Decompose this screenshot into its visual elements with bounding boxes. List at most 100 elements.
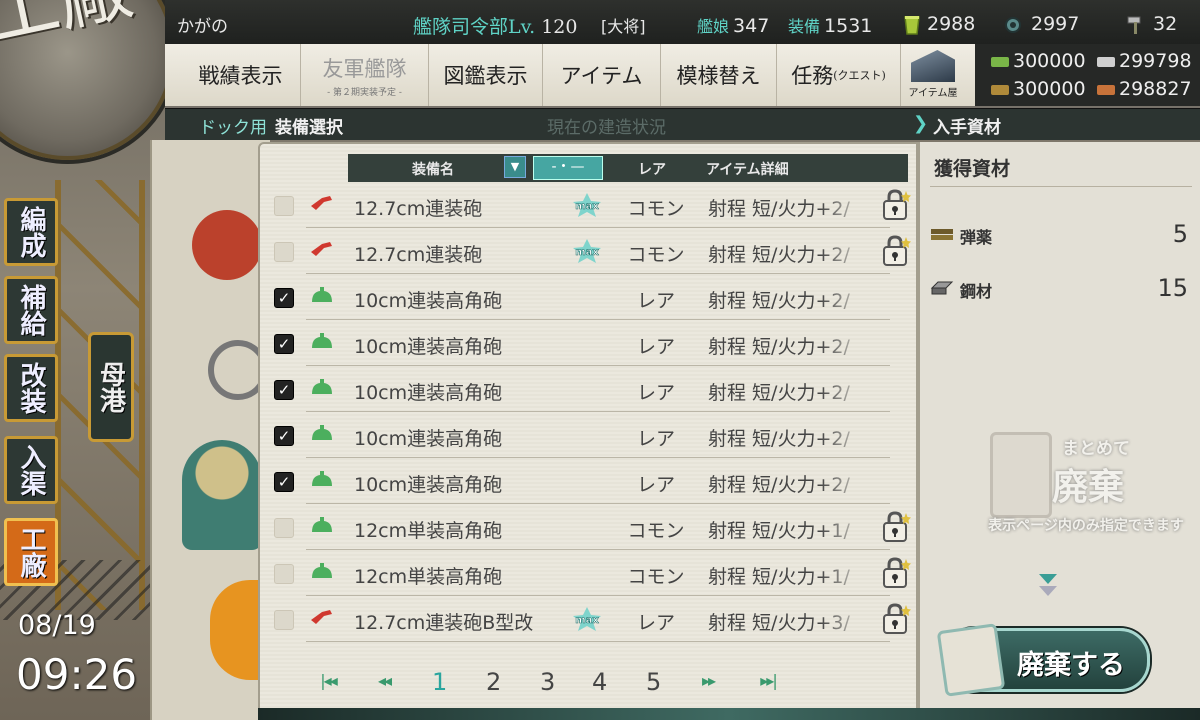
row-divider bbox=[306, 641, 890, 642]
bulk-dispose-line2: 廃棄 bbox=[1052, 466, 1125, 508]
select-checkbox[interactable] bbox=[274, 242, 294, 262]
equipment-detail: 射程 短/火力+1/ bbox=[708, 566, 850, 588]
equipment-count-value: 1531 bbox=[824, 15, 873, 37]
screw-stat: 32 bbox=[1125, 13, 1177, 36]
max-improvement-badge: max bbox=[573, 607, 601, 631]
equipment-row[interactable]: 12cm単装高角砲 コモン 射程 短/火力+1/ bbox=[260, 504, 911, 550]
dispose-button[interactable]: 廃棄する bbox=[936, 623, 1150, 697]
equipment-row[interactable]: ✓ 10cm連装高角砲 レア 射程 短/火力+2/ bbox=[260, 412, 890, 458]
equipment-row[interactable]: 12.7cm連装砲B型改 max レア 射程 短/火力+3/ bbox=[260, 596, 911, 642]
select-checkbox[interactable]: ✓ bbox=[274, 334, 294, 354]
svg-text:max: max bbox=[575, 247, 599, 258]
nav-items[interactable]: アイテム bbox=[543, 44, 661, 106]
equipment-detail: 射程 短/火力+3/ bbox=[708, 612, 850, 634]
aa-gun-icon bbox=[312, 425, 332, 440]
select-checkbox[interactable]: ✓ bbox=[274, 288, 294, 308]
select-checkbox[interactable] bbox=[274, 564, 294, 584]
column-name: 装備名 bbox=[412, 162, 454, 178]
breadcrumb-build-status: 現在の建造状況 bbox=[547, 118, 666, 138]
equipment-row[interactable]: ✓ 10cm連装高角砲 レア 射程 短/火力+2/ bbox=[260, 274, 890, 320]
side-menu-organize[interactable]: 編成 bbox=[4, 198, 58, 266]
list-header: 装備名 ▼ -・— レア アイテム詳細 bbox=[348, 154, 908, 182]
equipment-name: 12.7cm連装砲 bbox=[354, 198, 483, 220]
equipment-list-panel: 装備名 ▼ -・— レア アイテム詳細 12.7cm連装砲 max コモン 射程 短/… bbox=[258, 142, 918, 720]
bucket-value: 2988 bbox=[927, 13, 976, 35]
equipment-row[interactable]: ✓ 10cm連装高角砲 レア 射程 短/火力+2/ bbox=[260, 366, 890, 412]
nav-quests-sub: (クエスト) bbox=[833, 69, 886, 82]
select-checkbox[interactable]: ✓ bbox=[274, 380, 294, 400]
dock-fairy-worker bbox=[182, 440, 262, 550]
gained-materials-title: 獲得資材 bbox=[934, 158, 1011, 180]
nav-encyclopedia[interactable]: 図鑑表示 bbox=[429, 44, 543, 106]
sort-dropdown-button[interactable]: ▼ bbox=[504, 156, 526, 178]
nav-item-shop[interactable]: アイテム屋 bbox=[903, 48, 963, 104]
lock-icon[interactable] bbox=[880, 510, 912, 544]
bulk-dispose-area[interactable]: まとめて 廃棄 表示ページ内のみ指定できます bbox=[980, 412, 1190, 562]
page-1[interactable]: 1 bbox=[432, 668, 447, 696]
equipment-name: 12.7cm連装砲B型改 bbox=[354, 612, 534, 634]
side-menu-remodel[interactable]: 改装 bbox=[4, 354, 58, 422]
lock-icon[interactable] bbox=[880, 188, 912, 222]
last-page-icon[interactable]: ▸▸| bbox=[748, 668, 788, 694]
nav-furniture[interactable]: 模様替え bbox=[661, 44, 777, 106]
page-4[interactable]: 4 bbox=[592, 668, 607, 696]
prev-page-icon[interactable]: ◂◂ bbox=[364, 668, 404, 694]
equipment-count: 装備 1531 bbox=[788, 13, 872, 37]
trash-can-icon bbox=[990, 432, 1052, 518]
rarity-label: コモン bbox=[627, 520, 685, 542]
page-2[interactable]: 2 bbox=[486, 668, 501, 696]
filter-button[interactable]: -・— bbox=[533, 156, 603, 180]
nav-quests[interactable]: 任務 (クエスト) bbox=[777, 44, 901, 106]
side-menu-arsenal[interactable]: 工廠 bbox=[4, 518, 58, 586]
equipment-detail: 射程 短/火力+2/ bbox=[708, 428, 850, 450]
page-5[interactable]: 5 bbox=[646, 668, 661, 696]
side-menu-repair[interactable]: 入渠 bbox=[4, 436, 58, 504]
lock-icon[interactable] bbox=[880, 602, 912, 636]
breadcrumb-dock[interactable]: ドック用 bbox=[199, 113, 267, 138]
main-nav: 戦績表示 友軍艦隊 - 第２期実装予定 - 図鑑表示 アイテム 模様替え 任務(… bbox=[165, 44, 1200, 108]
aa-gun-icon bbox=[312, 379, 332, 394]
column-rarity: レア bbox=[638, 162, 666, 178]
material-row-steel: 鋼材 15 bbox=[930, 272, 1192, 308]
lock-icon[interactable] bbox=[880, 234, 912, 268]
select-checkbox[interactable]: ✓ bbox=[274, 426, 294, 446]
steel-icon bbox=[930, 281, 954, 295]
first-page-icon[interactable]: |◂◂ bbox=[308, 668, 348, 694]
bucket-stat: 2988 bbox=[903, 13, 975, 36]
nav-item-shop-label: アイテム屋 bbox=[908, 88, 958, 99]
bauxite-value: 298827 bbox=[1119, 78, 1192, 100]
max-improvement-badge: max bbox=[573, 239, 601, 263]
equipment-row[interactable]: ✓ 10cm連装高角砲 レア 射程 短/火力+2/ bbox=[260, 320, 890, 366]
divider bbox=[930, 186, 1192, 187]
equipment-detail: 射程 短/火力+2/ bbox=[708, 198, 850, 220]
breadcrumb: ドック用 装備選択 現在の建造状況 ❯ 入手資材 bbox=[165, 108, 1200, 140]
nav-friend-fleet[interactable]: 友軍艦隊 - 第２期実装予定 - bbox=[301, 44, 429, 106]
equipment-row[interactable]: 12cm単装高角砲 コモン 射程 短/火力+1/ bbox=[260, 550, 911, 596]
rarity-label: コモン bbox=[627, 566, 685, 588]
bottom-ornament bbox=[258, 708, 1200, 720]
dock-panel bbox=[150, 140, 280, 720]
select-checkbox[interactable] bbox=[274, 610, 294, 630]
next-page-icon[interactable]: ▸▸ bbox=[688, 668, 728, 694]
column-detail: アイテム詳細 bbox=[706, 162, 789, 178]
nav-record[interactable]: 戦績表示 bbox=[181, 44, 301, 106]
dock-build-icon[interactable] bbox=[192, 210, 262, 280]
bauxite-icon bbox=[1097, 84, 1115, 95]
lock-icon[interactable] bbox=[880, 556, 912, 590]
gear-trash-icon bbox=[936, 623, 1006, 697]
fuel-value: 300000 bbox=[1013, 50, 1086, 72]
nav-friend-fleet-sub: - 第２期実装予定 - bbox=[327, 87, 402, 98]
equipment-detail: 射程 短/火力+2/ bbox=[708, 474, 850, 496]
page-3[interactable]: 3 bbox=[540, 668, 555, 696]
select-checkbox[interactable]: ✓ bbox=[274, 472, 294, 492]
side-menu-resupply[interactable]: 補給 bbox=[4, 276, 58, 344]
home-port-button[interactable]: 母港 bbox=[88, 332, 134, 442]
select-checkbox[interactable] bbox=[274, 518, 294, 538]
equipment-row[interactable]: 12.7cm連装砲 max コモン 射程 短/火力+2/ bbox=[260, 182, 911, 228]
select-checkbox[interactable] bbox=[274, 196, 294, 216]
dev-material-icon bbox=[1005, 16, 1021, 33]
equipment-row[interactable]: 12.7cm連装砲 max コモン 射程 短/火力+2/ bbox=[260, 228, 911, 274]
equipment-row[interactable]: ✓ 10cm連装高角砲 レア 射程 短/火力+2/ bbox=[260, 458, 890, 504]
material-label: 弾薬 bbox=[960, 228, 993, 247]
fuel-icon bbox=[991, 56, 1009, 67]
